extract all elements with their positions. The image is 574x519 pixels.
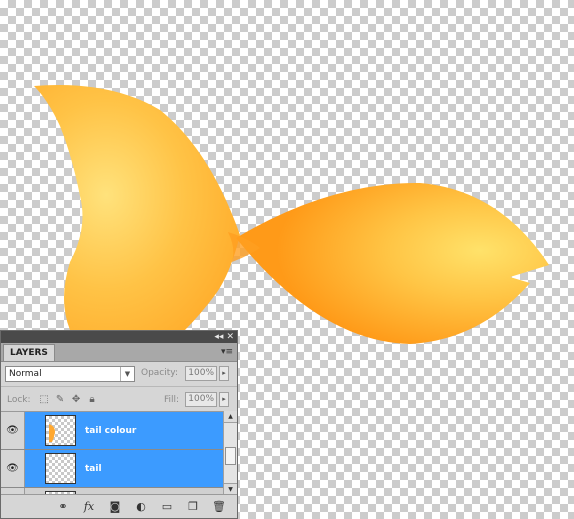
- group-icon[interactable]: ▭: [159, 500, 175, 513]
- scroll-up-icon[interactable]: ▲: [224, 411, 237, 423]
- fill-slider-icon[interactable]: ▸: [219, 392, 229, 407]
- visibility-toggle[interactable]: 👁︎: [1, 412, 25, 449]
- layer-name[interactable]: tail: [85, 464, 102, 474]
- lock-transparency-icon[interactable]: ⬚: [39, 394, 50, 405]
- lock-position-icon[interactable]: ✥: [71, 394, 82, 405]
- new-layer-icon[interactable]: ❐: [185, 500, 201, 513]
- adjustment-icon[interactable]: ◐: [133, 500, 149, 513]
- tab-layers[interactable]: LAYERS: [3, 344, 55, 361]
- blend-mode-value: Normal: [9, 369, 42, 379]
- eye-icon: 👁︎: [6, 463, 19, 474]
- link-layers-icon[interactable]: ⚭: [55, 500, 71, 513]
- lock-all-icon[interactable]: 🔒︎: [87, 394, 98, 405]
- blend-opacity-row: Normal ▼ Opacity: 100% ▸: [1, 362, 237, 386]
- fish-body: [236, 182, 549, 344]
- trash-icon[interactable]: 🗑︎: [211, 500, 227, 513]
- layers-panel: ◂◂ ✕ LAYERS ▾≡ Normal ▼ Opacity: 100% ▸ …: [0, 330, 238, 519]
- layer-thumbnail: [45, 415, 76, 446]
- layer-row[interactable]: 👁︎ tail: [1, 450, 223, 488]
- panel-menu-icon[interactable]: ▾≡: [221, 347, 233, 357]
- fish-tail: [34, 85, 240, 330]
- scroll-thumb[interactable]: [225, 447, 236, 465]
- link-cell: [25, 450, 45, 487]
- tab-bar: LAYERS ▾≡: [1, 343, 237, 362]
- chevron-down-icon: ▼: [120, 367, 134, 381]
- lock-fill-row: Lock: ⬚ ✎ ✥ 🔒︎ Fill: 100% ▸: [1, 386, 237, 412]
- opacity-field[interactable]: 100%: [185, 366, 217, 381]
- opacity-label: Opacity:: [141, 368, 178, 378]
- close-icon[interactable]: ✕: [226, 332, 234, 342]
- blend-mode-select[interactable]: Normal ▼: [5, 366, 135, 382]
- collapse-icon[interactable]: ◂◂: [214, 332, 223, 342]
- layers-scrollbar[interactable]: ▲ ▼: [223, 411, 237, 495]
- visibility-toggle[interactable]: 👁︎: [1, 450, 25, 487]
- link-cell: [25, 412, 45, 449]
- panel-bottom-bar: ⚭ fx ◙ ◐ ▭ ❐ 🗑︎: [1, 494, 237, 518]
- mask-icon[interactable]: ◙: [107, 500, 123, 513]
- layer-name[interactable]: tail colour: [85, 426, 136, 436]
- layer-thumbnail: [45, 453, 76, 484]
- tail-colour-thumb-art: [49, 424, 55, 442]
- eye-icon: 👁︎: [6, 425, 19, 436]
- lock-pixels-icon[interactable]: ✎: [55, 394, 66, 405]
- layers-list: 👁︎ tail colour 👁︎ tail 👁︎: [1, 411, 223, 495]
- opacity-slider-icon[interactable]: ▸: [219, 366, 229, 381]
- fx-icon[interactable]: fx: [81, 500, 97, 513]
- layer-row[interactable]: 👁︎ tail colour: [1, 412, 223, 450]
- fill-label: Fill:: [164, 395, 180, 405]
- panel-titlebar: ◂◂ ✕: [1, 331, 237, 343]
- lock-label: Lock:: [7, 394, 31, 405]
- fill-field[interactable]: 100%: [185, 392, 217, 407]
